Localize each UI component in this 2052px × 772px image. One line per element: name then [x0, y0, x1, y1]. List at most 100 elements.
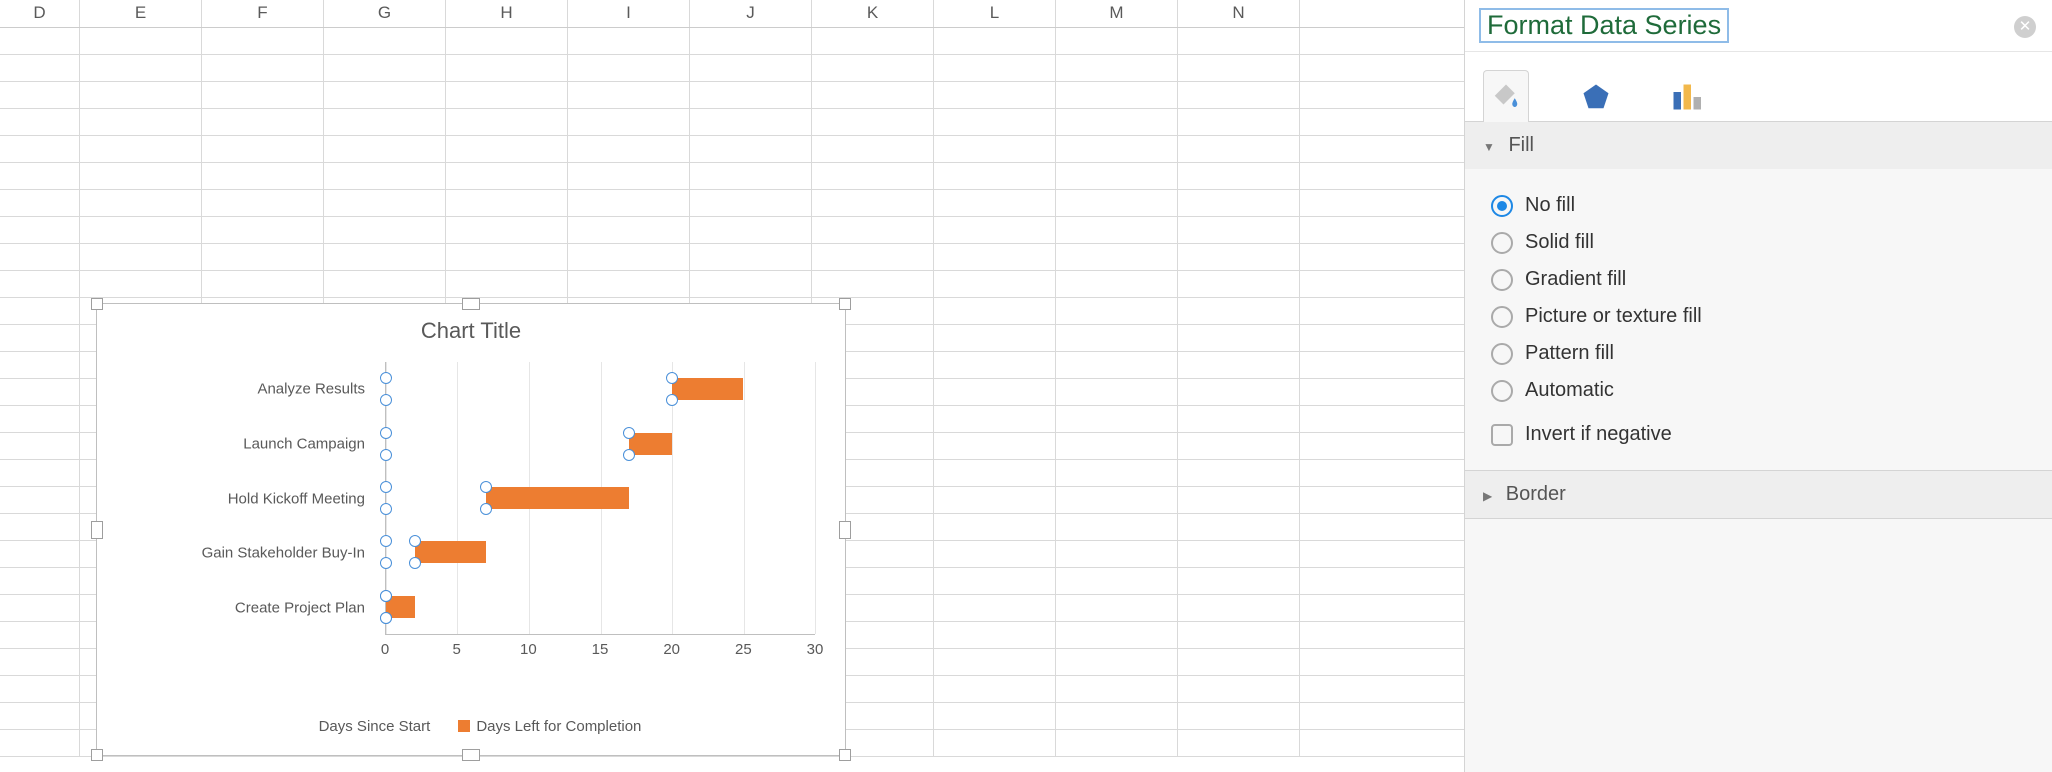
column-header-D[interactable]: D	[0, 0, 80, 27]
bar-days-left[interactable]	[629, 433, 672, 455]
fill-option-gradient-fill[interactable]: Gradient fill	[1491, 261, 2026, 298]
cell[interactable]	[568, 271, 690, 297]
cell[interactable]	[324, 28, 446, 54]
cell[interactable]	[202, 217, 324, 243]
cell[interactable]	[80, 28, 202, 54]
cell[interactable]	[80, 163, 202, 189]
cell[interactable]	[0, 136, 80, 162]
series-selection-handle[interactable]	[623, 449, 635, 461]
cell[interactable]	[446, 82, 568, 108]
cell[interactable]	[1056, 541, 1178, 567]
cell[interactable]	[934, 325, 1056, 351]
cell[interactable]	[1178, 460, 1300, 486]
series-selection-handle[interactable]	[480, 503, 492, 515]
cell[interactable]	[690, 109, 812, 135]
cell[interactable]	[1056, 190, 1178, 216]
cell[interactable]	[690, 244, 812, 270]
cell[interactable]	[1056, 55, 1178, 81]
series-selection-handle[interactable]	[666, 372, 678, 384]
column-header-J[interactable]: J	[690, 0, 812, 27]
cell[interactable]	[202, 163, 324, 189]
cell[interactable]	[1178, 595, 1300, 621]
column-header-H[interactable]: H	[446, 0, 568, 27]
cell[interactable]	[0, 109, 80, 135]
cell[interactable]	[934, 379, 1056, 405]
cell[interactable]	[1056, 514, 1178, 540]
cell[interactable]	[934, 622, 1056, 648]
cell[interactable]	[934, 703, 1056, 729]
series-selection-handle[interactable]	[380, 612, 392, 624]
cell[interactable]	[1178, 514, 1300, 540]
series-selection-handle[interactable]	[380, 372, 392, 384]
column-header-E[interactable]: E	[80, 0, 202, 27]
cell[interactable]	[1056, 406, 1178, 432]
cell[interactable]	[1178, 163, 1300, 189]
cell[interactable]	[934, 514, 1056, 540]
cell[interactable]	[934, 109, 1056, 135]
section-fill-header[interactable]: ▼ Fill	[1465, 122, 2052, 169]
cell[interactable]	[568, 136, 690, 162]
series-selection-handle[interactable]	[380, 481, 392, 493]
fill-option-solid-fill[interactable]: Solid fill	[1491, 224, 2026, 261]
cell[interactable]	[446, 163, 568, 189]
cell[interactable]	[934, 487, 1056, 513]
cell[interactable]	[446, 28, 568, 54]
series-selection-handle[interactable]	[480, 481, 492, 493]
cell[interactable]	[0, 271, 80, 297]
resize-handle-tm[interactable]	[462, 298, 480, 310]
column-header-K[interactable]: K	[812, 0, 934, 27]
cell[interactable]	[690, 82, 812, 108]
close-icon[interactable]: ✕	[2014, 16, 2036, 38]
cell[interactable]	[1056, 109, 1178, 135]
cell[interactable]	[934, 406, 1056, 432]
cell[interactable]	[0, 190, 80, 216]
column-header-I[interactable]: I	[568, 0, 690, 27]
cell[interactable]	[80, 244, 202, 270]
cell[interactable]	[446, 55, 568, 81]
cell[interactable]	[202, 55, 324, 81]
cell[interactable]	[1178, 352, 1300, 378]
cell[interactable]	[324, 136, 446, 162]
cell[interactable]	[324, 271, 446, 297]
bar-row[interactable]	[386, 378, 815, 400]
cell[interactable]	[812, 244, 934, 270]
series-selection-handle[interactable]	[380, 449, 392, 461]
cell[interactable]	[80, 82, 202, 108]
bar-row[interactable]	[386, 487, 815, 509]
cell[interactable]	[934, 244, 1056, 270]
cell[interactable]	[202, 244, 324, 270]
cell[interactable]	[1178, 244, 1300, 270]
cell[interactable]	[1178, 622, 1300, 648]
cell[interactable]	[80, 271, 202, 297]
cell[interactable]	[568, 217, 690, 243]
resize-handle-br[interactable]	[839, 749, 851, 761]
column-header-L[interactable]: L	[934, 0, 1056, 27]
cell[interactable]	[1056, 730, 1178, 756]
cell[interactable]	[80, 136, 202, 162]
bar-row[interactable]	[386, 596, 815, 618]
cell[interactable]	[690, 190, 812, 216]
resize-handle-bm[interactable]	[462, 749, 480, 761]
cell[interactable]	[0, 487, 80, 513]
cell[interactable]	[1178, 190, 1300, 216]
cell[interactable]	[934, 433, 1056, 459]
series-selection-handle[interactable]	[409, 557, 421, 569]
cell[interactable]	[1056, 622, 1178, 648]
cell[interactable]	[0, 703, 80, 729]
series-selection-handle[interactable]	[380, 427, 392, 439]
column-header-N[interactable]: N	[1178, 0, 1300, 27]
cell[interactable]	[80, 109, 202, 135]
cell[interactable]	[1056, 352, 1178, 378]
chart-title[interactable]: Chart Title	[97, 304, 845, 354]
bar-days-left[interactable]	[415, 541, 486, 563]
cell[interactable]	[1056, 271, 1178, 297]
cell[interactable]	[934, 55, 1056, 81]
fill-option-automatic[interactable]: Automatic	[1491, 372, 2026, 409]
cell[interactable]	[0, 244, 80, 270]
cell[interactable]	[0, 541, 80, 567]
cell[interactable]	[1178, 325, 1300, 351]
cell[interactable]	[0, 325, 80, 351]
cell[interactable]	[324, 217, 446, 243]
cell[interactable]	[202, 190, 324, 216]
resize-handle-ml[interactable]	[91, 521, 103, 539]
